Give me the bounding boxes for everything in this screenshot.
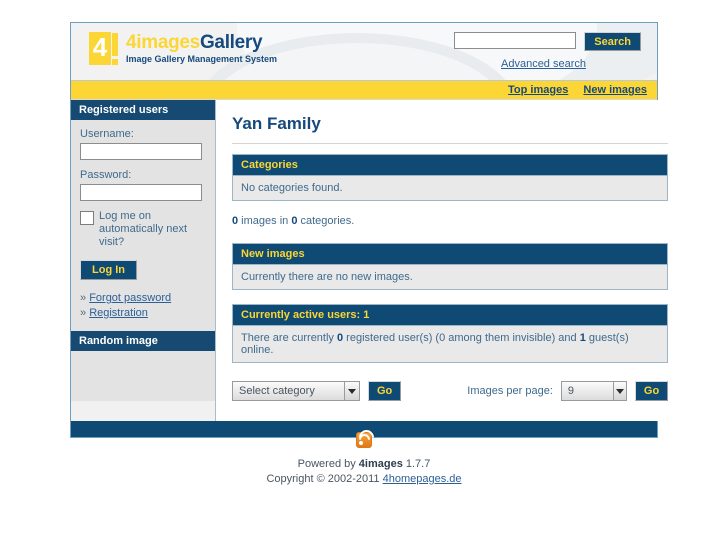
rss-icon[interactable]	[355, 426, 378, 449]
username-label: Username:	[80, 128, 134, 140]
active-users-box-body: There are currently 0 registered user(s)…	[232, 325, 669, 363]
remember-me-label: Log me on automatically next visit?	[99, 210, 188, 248]
registered-users-panel-body: Username: Password: Log me on automatica…	[71, 120, 215, 331]
registration-row: » Registration	[80, 306, 206, 321]
body-columns: Registered users Username: Password: Log…	[71, 100, 691, 421]
logo-title-secondary: Gallery	[199, 32, 263, 53]
search-input[interactable]	[454, 32, 577, 49]
category-go-button[interactable]: Go	[368, 381, 402, 401]
site-logo[interactable]: 4 4imagesGallery Image Gallery Managemen…	[89, 32, 277, 65]
username-input[interactable]	[80, 143, 202, 160]
sidebar-filler	[71, 401, 215, 421]
search-row: Search	[454, 32, 641, 51]
categories-box-body: No categories found.	[232, 175, 669, 201]
random-image-panel-body	[71, 351, 215, 401]
category-select-value: Select category	[239, 385, 315, 397]
new-images-box: New images Currently there are no new im…	[232, 243, 669, 290]
logo-subtitle: Image Gallery Management System	[126, 54, 278, 64]
forgot-password-link[interactable]: Forgot password	[89, 292, 171, 304]
images-per-page-value: 9	[567, 385, 575, 397]
logo-mark-icon: 4	[89, 32, 119, 65]
search-button[interactable]: Search	[584, 32, 641, 51]
registration-link[interactable]: Registration	[89, 307, 148, 319]
gallery-stats-line: 0 images in 0 categories.	[232, 215, 668, 227]
logo-exclamation-dot	[112, 59, 118, 65]
nav-item-top-images[interactable]: Top images	[508, 81, 568, 100]
site-footer: Powered by 4images 1.7.7 Copyright © 200…	[70, 426, 658, 487]
category-select[interactable]: Select category	[232, 381, 360, 401]
active-users-text-before: There are currently	[241, 332, 337, 344]
copyright-prefix: Copyright © 2002-2011	[266, 473, 383, 485]
stats-categories-word: categories.	[297, 215, 355, 227]
chevron-down-icon[interactable]	[612, 382, 626, 400]
logo-exclamation-bar	[112, 33, 118, 56]
powered-prefix: Powered by	[297, 458, 359, 470]
logo-title-primary: 4images	[126, 32, 200, 53]
forgot-password-row: » Forgot password	[80, 291, 206, 306]
bullet-icon: »	[80, 307, 87, 319]
page-title: Yan Family	[232, 114, 321, 133]
bullet-icon: »	[80, 292, 87, 304]
active-users-box: Currently active users: 1 There are curr…	[232, 304, 669, 363]
header-search-area: Search Advanced search	[454, 32, 641, 70]
advanced-search-link[interactable]: Advanced search	[501, 58, 586, 70]
categories-box-title: Categories	[232, 154, 669, 175]
chevron-down-icon[interactable]	[343, 382, 359, 400]
registered-users-panel-title: Registered users	[71, 100, 215, 120]
site-container: 4 4imagesGallery Image Gallery Managemen…	[70, 22, 691, 438]
logo-title: 4imagesGallery	[126, 33, 277, 53]
rss-dot	[359, 441, 363, 445]
screenshot-root: 4 4imagesGallery Image Gallery Managemen…	[0, 0, 727, 545]
remember-me-checkbox[interactable]	[80, 211, 94, 225]
images-per-page-label: Images per page:	[467, 385, 553, 397]
logo-text: 4imagesGallery Image Gallery Management …	[126, 32, 277, 65]
new-images-box-title: New images	[232, 243, 669, 264]
primary-navbar: Top images New images	[71, 81, 657, 100]
content-controls-row: Select category Go Images per page: 9 Go	[232, 381, 669, 401]
active-users-text-middle: registered user(s) (0 among them invisib…	[343, 332, 580, 344]
random-image-panel-title: Random image	[71, 331, 215, 351]
copyright-link[interactable]: 4homepages.de	[383, 473, 462, 485]
nav-item-new-images[interactable]: New images	[583, 81, 647, 100]
password-input[interactable]	[80, 184, 202, 201]
active-users-box-title: Currently active users: 1	[232, 304, 669, 325]
main-content: Yan Family Categories No categories foun…	[216, 100, 691, 421]
login-button[interactable]: Log In	[80, 260, 137, 280]
site-header: 4 4imagesGallery Image Gallery Managemen…	[71, 23, 657, 81]
new-images-box-body: Currently there are no new images.	[232, 264, 669, 290]
stats-images-word: images in	[238, 215, 292, 227]
categories-box: Categories No categories found.	[232, 154, 669, 201]
images-per-page-select[interactable]: 9	[560, 381, 627, 401]
sidebar: Registered users Username: Password: Log…	[71, 100, 216, 421]
images-per-page-go-button[interactable]: Go	[634, 381, 669, 401]
copyright-line: Copyright © 2002-2011 4homepages.de	[70, 472, 658, 487]
title-divider	[232, 143, 669, 144]
powered-by-line: Powered by 4images 1.7.7	[70, 457, 658, 472]
powered-version: 1.7.7	[402, 458, 431, 470]
logo-four-glyph: 4	[89, 32, 111, 65]
password-label: Password:	[80, 169, 132, 181]
powered-name: 4images	[358, 458, 403, 470]
remember-me-row[interactable]: Log me on automatically next visit?	[80, 210, 206, 249]
images-per-page-group: Images per page: 9 Go	[467, 381, 669, 401]
